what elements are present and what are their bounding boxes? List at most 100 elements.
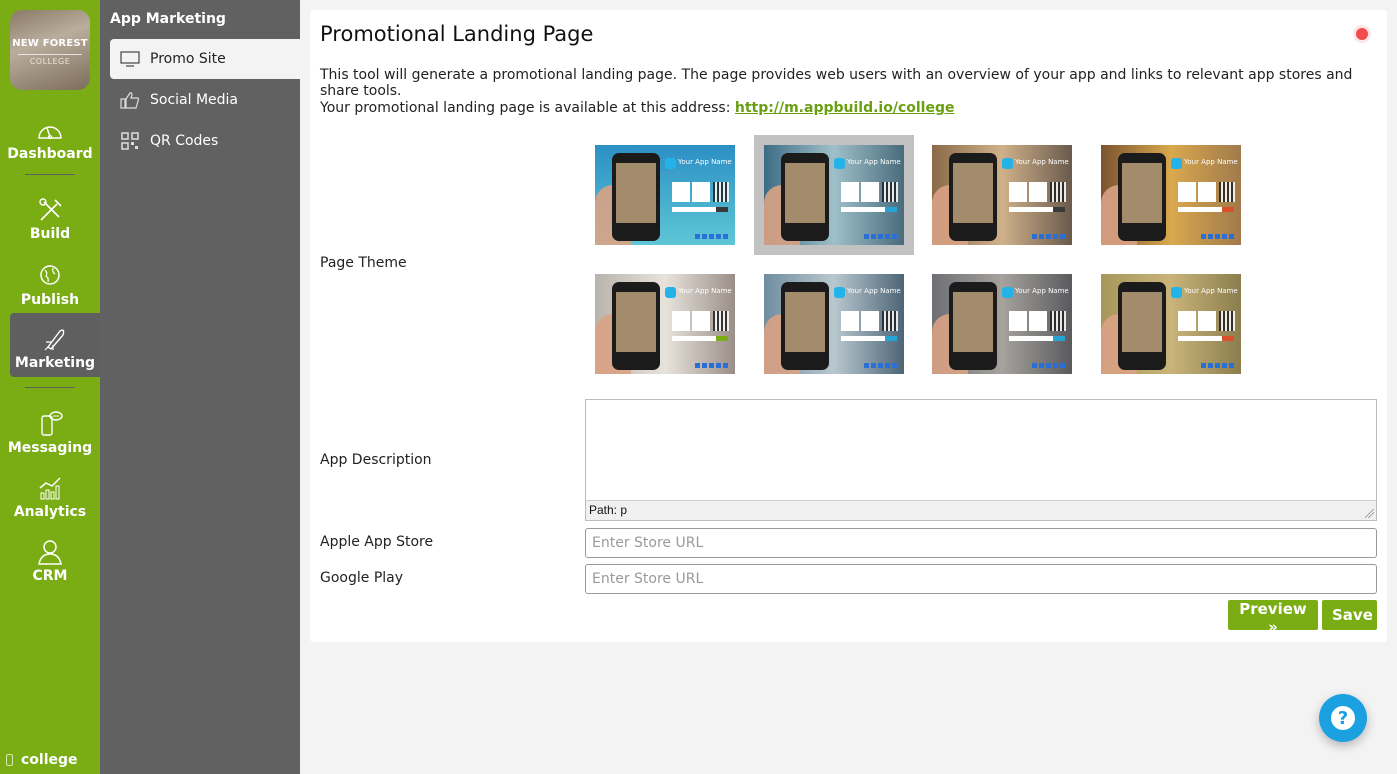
subnav-label: Promo Site [150, 51, 226, 67]
logo-rule [18, 54, 82, 55]
social-icons [864, 363, 898, 368]
social-icons [1201, 234, 1235, 239]
theme-option[interactable]: Your App Name [932, 274, 1072, 374]
theme-app-name: Your App Name [847, 158, 901, 166]
app-icon [834, 287, 845, 298]
monitor-icon [120, 50, 140, 68]
theme-option[interactable]: Your App Name [932, 145, 1072, 245]
rocket-icon [44, 329, 65, 351]
subnav-item-social-media[interactable]: Social Media [110, 80, 300, 120]
qr-code-image [713, 182, 729, 202]
theme-option[interactable]: Your App Name [764, 274, 904, 374]
send-button-preview [716, 336, 728, 341]
app-store-badge [841, 182, 859, 202]
phone-screen [785, 292, 825, 352]
nav-item-publish[interactable]: Publish [0, 262, 100, 308]
google-play-badge [1029, 311, 1047, 331]
app-icon [834, 158, 845, 169]
send-button-preview [885, 207, 897, 212]
app-icon [665, 158, 676, 169]
help-button[interactable]: ? [1319, 694, 1367, 742]
app-store-badge [672, 311, 690, 331]
promo-panel: Promotional Landing Page This tool will … [310, 10, 1387, 642]
send-button-preview [1222, 207, 1234, 212]
theme-app-name: Your App Name [678, 287, 732, 295]
page-title: Promotional Landing Page [320, 22, 594, 46]
app-icon [1002, 287, 1013, 298]
google-play-badge [1198, 182, 1216, 202]
theme-option[interactable]: Your App Name [1101, 274, 1241, 374]
phone-screen [616, 292, 656, 352]
subnav-label: Social Media [150, 92, 239, 108]
social-icons [695, 363, 729, 368]
send-button-preview [1053, 336, 1065, 341]
nav-item-messaging[interactable]: Messaging [0, 410, 100, 456]
subnav-item-promo-site[interactable]: Promo Site [110, 39, 300, 79]
address-line: Your promotional landing page is availab… [320, 100, 954, 116]
app-description-input[interactable] [586, 400, 1376, 501]
nav-label: Marketing [14, 355, 96, 371]
status-indicator [1356, 28, 1368, 40]
google-play-badge [692, 311, 710, 331]
phone-screen [616, 163, 656, 223]
current-app[interactable]: college [6, 752, 78, 768]
google-play-badge [1029, 182, 1047, 202]
send-button-preview [1053, 207, 1065, 212]
page-theme-label: Page Theme [320, 255, 407, 271]
nav-divider [25, 387, 75, 388]
gauge-icon [38, 126, 62, 140]
app-store-badge [672, 182, 690, 202]
theme-option[interactable]: Your App Name [754, 135, 914, 255]
app-store-badge [1009, 182, 1027, 202]
chart-icon [39, 477, 61, 500]
google-play-badge [1198, 311, 1216, 331]
nav-item-crm[interactable]: CRM [0, 538, 100, 584]
app-description-editor[interactable]: Path: p [585, 399, 1377, 521]
google-play-badge [861, 182, 879, 202]
sms-field [841, 207, 885, 212]
phone-screen [1122, 163, 1162, 223]
theme-option[interactable]: Your App Name [1101, 145, 1241, 245]
nav-label: CRM [32, 568, 68, 584]
social-icons [864, 234, 898, 239]
app-icon [1171, 158, 1182, 169]
main-nav: NEW FOREST COLLEGE Dashboard Build Publi… [0, 0, 100, 774]
app-store-badge [841, 311, 859, 331]
apple-store-url-input[interactable] [585, 528, 1377, 558]
app-icon [665, 287, 676, 298]
qr-code-image [1050, 311, 1066, 331]
nav-item-analytics[interactable]: Analytics [0, 474, 100, 520]
sms-field [1009, 207, 1053, 212]
sms-field [841, 336, 885, 341]
sms-field [1178, 336, 1222, 341]
globe-icon [40, 265, 60, 285]
nav-item-build[interactable]: Build [0, 196, 100, 242]
address-prefix: Your promotional landing page is availab… [320, 100, 735, 116]
subnav-label: QR Codes [150, 133, 219, 149]
nav-item-marketing[interactable]: Marketing [10, 313, 100, 377]
resize-handle[interactable] [1365, 509, 1374, 518]
social-icons [1032, 363, 1066, 368]
preview-button[interactable]: Preview » [1228, 600, 1318, 636]
save-button[interactable]: Save [1322, 600, 1377, 630]
qr-code-image [882, 182, 898, 202]
logo-line-2: COLLEGE [29, 57, 71, 66]
theme-option[interactable]: Your App Name [595, 145, 735, 245]
nav-label: Dashboard [7, 146, 93, 162]
theme-option[interactable]: Your App Name [595, 274, 735, 374]
app-logo[interactable]: NEW FOREST COLLEGE [10, 10, 90, 90]
user-icon [38, 540, 62, 565]
apple-store-label: Apple App Store [320, 534, 434, 550]
theme-app-name: Your App Name [1015, 158, 1069, 166]
google-play-url-input[interactable] [585, 564, 1377, 594]
qr-code-image [1219, 182, 1235, 202]
app-store-badge [1178, 311, 1196, 331]
theme-app-name: Your App Name [678, 158, 732, 166]
help-icon: ? [1331, 706, 1355, 730]
landing-page-link[interactable]: http://m.appbuild.io/college [735, 100, 955, 116]
subnav-item-qr-codes[interactable]: QR Codes [110, 121, 300, 161]
nav-label: Publish [20, 292, 80, 308]
current-app-name: college [21, 752, 78, 768]
qr-code-icon [120, 132, 140, 150]
nav-item-dashboard[interactable]: Dashboard [0, 116, 100, 162]
